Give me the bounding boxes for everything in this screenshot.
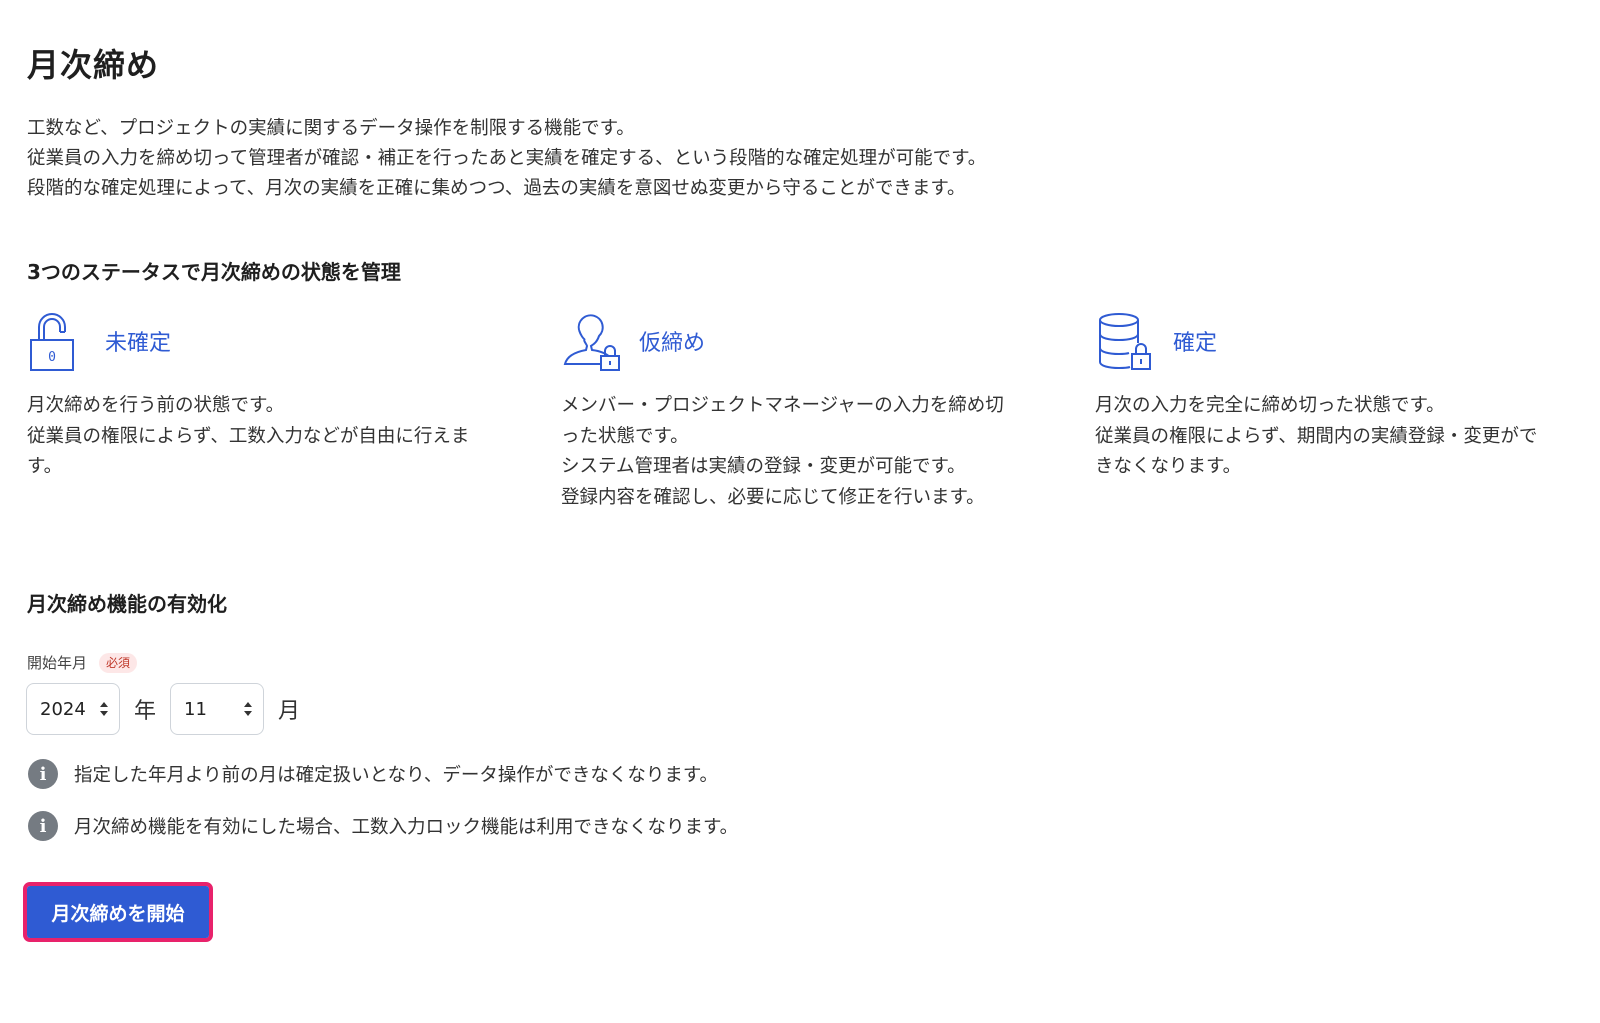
svg-text:0: 0 — [48, 350, 56, 365]
page-title: 月次締め — [27, 46, 160, 84]
month-value: 11 — [184, 698, 207, 720]
month-unit: 月 — [278, 699, 301, 724]
monthly-closing-page: 月次締め 工数など、プロジェクトの実績に関するデータ操作を制限する機能です。 従… — [0, 0, 1600, 1023]
year-unit: 年 — [134, 699, 157, 724]
status-section-heading: 3つのステータスで月次締めの状態を管理 — [27, 260, 401, 284]
description-line: 月次締めを行う前の状態です。 — [27, 395, 285, 416]
unlocked-padlock-icon: 0 — [27, 308, 93, 374]
description-line: きなくなります。 — [1095, 456, 1242, 477]
user-lock-icon — [561, 308, 627, 374]
status-description: 月次締めを行う前の状態です。 従業員の権限によらず、工数入力などが自由に行えま … — [27, 391, 527, 483]
start-month-fields: 2024 年 11 月 — [26, 683, 314, 735]
description-line: った状態です。 — [561, 425, 689, 447]
note-item: i 指定した年月より前の月は確定扱いとなり、データ操作ができなくなります。 — [28, 759, 718, 789]
enable-section-heading: 月次締め機能の有効化 — [27, 592, 227, 616]
start-monthly-closing-button[interactable]: 月次締めを開始 — [27, 886, 209, 938]
status-name: 未確定 — [105, 331, 172, 356]
intro-line: 従業員の入力を締め切って管理者が確認・補正を行ったあと実績を確定する、という段階… — [27, 148, 987, 169]
status-name: 確定 — [1173, 331, 1218, 356]
sort-arrows-icon — [243, 700, 253, 718]
note-text: 月次締め機能を有効にした場合、工数入力ロック機能は利用できなくなります。 — [74, 817, 739, 838]
start-month-label-row: 開始年月 必須 — [27, 652, 138, 673]
status-provisional: 仮締め メンバー・プロジェクトマネージャーの入力を締め切 った状態です。 システ… — [561, 308, 1061, 513]
year-value: 2024 — [40, 698, 86, 720]
description-line: 登録内容を確認し、必要に応じて修正を行います。 — [561, 486, 985, 508]
description-line: 月次の入力を完全に締め切った状態です。 — [1095, 395, 1445, 416]
intro-line: 工数など、プロジェクトの実績に関するデータ操作を制限する機能です。 — [27, 118, 635, 139]
description-line: システム管理者は実績の登録・変更が可能です。 — [561, 456, 966, 477]
status-description: メンバー・プロジェクトマネージャーの入力を締め切 った状態です。 システム管理者… — [561, 391, 1061, 513]
status-unconfirmed: 0 未確定 月次締めを行う前の状態です。 従業員の権限によらず、工数入力などが自… — [27, 308, 527, 483]
description-line: 従業員の権限によらず、工数入力などが自由に行えま — [27, 425, 470, 447]
description-line: メンバー・プロジェクトマネージャーの入力を締め切 — [561, 395, 1004, 416]
database-lock-icon — [1095, 308, 1161, 374]
required-badge: 必須 — [99, 652, 138, 673]
info-icon: i — [28, 811, 58, 841]
sort-arrows-icon — [99, 700, 109, 718]
year-select[interactable]: 2024 — [26, 683, 120, 735]
note-item: i 月次締め機能を有効にした場合、工数入力ロック機能は利用できなくなります。 — [28, 811, 738, 841]
month-select[interactable]: 11 — [170, 683, 265, 735]
description-line: す。 — [27, 456, 63, 477]
intro-text: 工数など、プロジェクトの実績に関するデータ操作を制限する機能です。 従業員の入力… — [27, 114, 986, 204]
note-text: 指定した年月より前の月は確定扱いとなり、データ操作ができなくなります。 — [74, 765, 718, 786]
status-name: 仮締め — [639, 331, 706, 356]
info-icon: i — [28, 759, 58, 789]
intro-line: 段階的な確定処理によって、月次の実績を正確に集めつつ、過去の実績を意図せぬ変更か… — [27, 178, 966, 199]
status-confirmed: 確定 月次の入力を完全に締め切った状態です。 従業員の権限によらず、期間内の実績… — [1095, 308, 1585, 483]
start-button-highlight: 月次締めを開始 — [23, 882, 213, 942]
status-description: 月次の入力を完全に締め切った状態です。 従業員の権限によらず、期間内の実績登録・… — [1095, 391, 1585, 483]
description-line: 従業員の権限によらず、期間内の実績登録・変更がで — [1095, 425, 1538, 447]
start-month-label: 開始年月 — [27, 654, 88, 672]
